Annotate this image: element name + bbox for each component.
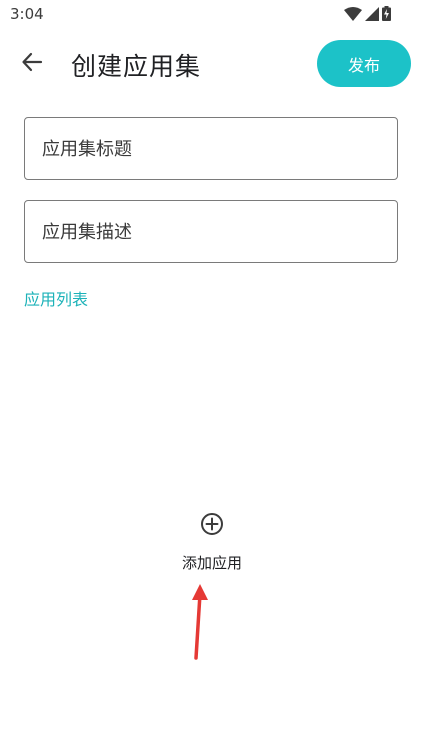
title-input[interactable] [42,136,372,162]
arrow-back-icon [21,51,43,77]
annotation-arrow-icon [185,580,215,662]
status-icons [344,6,391,25]
add-app-button[interactable]: 添加应用 [160,510,264,576]
cellular-signal-icon [365,6,379,25]
status-time: 3:04 [10,5,44,23]
add-circle-icon [200,512,224,536]
add-app-label: 添加应用 [181,554,242,572]
battery-charging-icon [382,6,391,25]
publish-button[interactable]: 发布 [317,40,411,87]
description-input[interactable] [42,219,372,245]
wifi-icon [344,6,362,25]
page-title: 创建应用集 [71,52,202,81]
back-button[interactable] [14,46,50,82]
app-bar: 创建应用集 发布 [0,36,423,92]
app-list-section-label: 应用列表 [24,290,89,309]
description-field[interactable] [24,200,398,263]
status-bar: 3:04 [0,0,423,30]
title-field[interactable] [24,117,398,180]
